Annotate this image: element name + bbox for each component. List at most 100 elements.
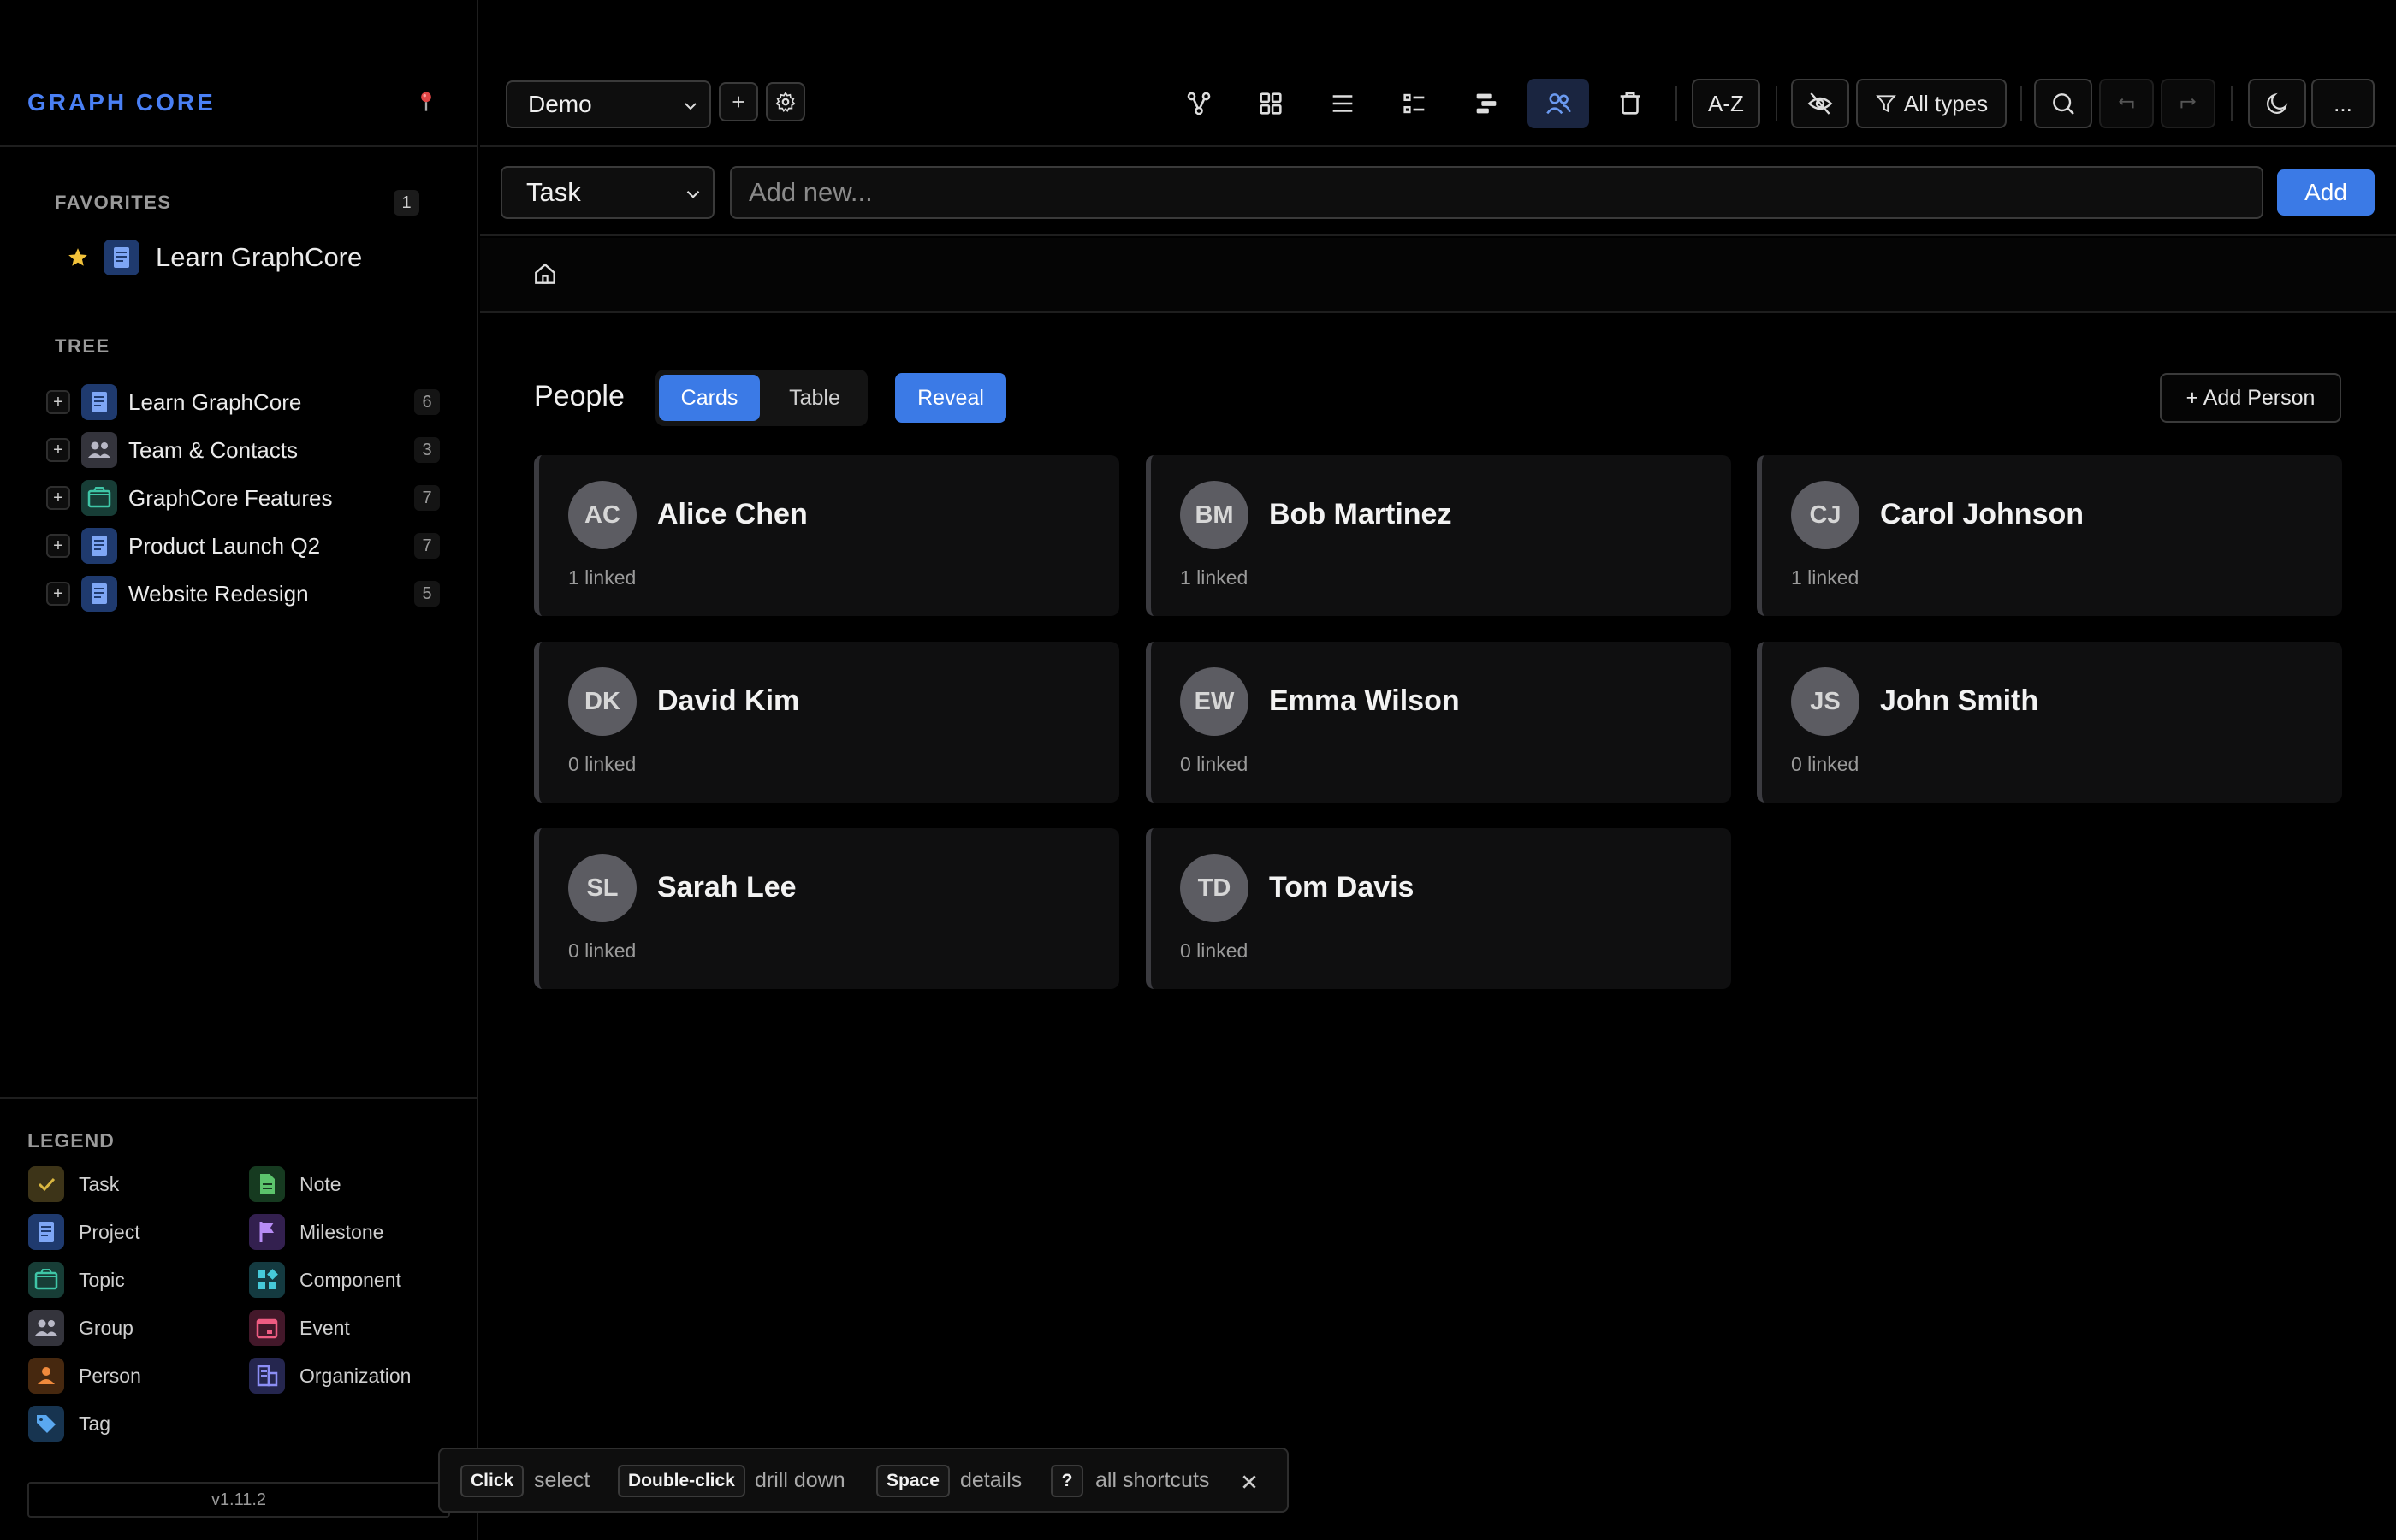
add-project-button[interactable]: [719, 82, 758, 121]
add-button[interactable]: Add: [2277, 169, 2375, 216]
person-card[interactable]: BM Bob Martinez 1 linked: [1146, 455, 1731, 616]
redo-button[interactable]: [2161, 79, 2215, 128]
reveal-button[interactable]: Reveal: [895, 373, 1006, 423]
person-card[interactable]: SL Sarah Lee 0 linked: [534, 828, 1119, 989]
calendar-icon: [248, 1309, 286, 1347]
person-card[interactable]: DK David Kim 0 linked: [534, 642, 1119, 803]
shortcut-desc: drill down: [755, 1468, 845, 1492]
type-filter-button[interactable]: All types: [1856, 79, 2007, 128]
graph-view-button[interactable]: [1168, 79, 1230, 128]
toolbar-separator: [2020, 86, 2022, 121]
undo-icon: [2115, 92, 2138, 115]
add-person-button[interactable]: + Add Person: [2160, 373, 2341, 423]
person-linked-count: 0 linked: [568, 939, 637, 962]
sort-button[interactable]: A-Z: [1692, 79, 1760, 128]
tree-item-website-redesign[interactable]: + Website Redesign 5: [46, 573, 440, 614]
hide-toggle-button[interactable]: [1791, 79, 1849, 128]
legend-item-tag: Tag: [27, 1405, 110, 1442]
person-icon: [27, 1357, 65, 1395]
person-linked-count: 1 linked: [1791, 566, 1859, 589]
trash-view-button[interactable]: [1599, 79, 1661, 128]
person-card[interactable]: TD Tom Davis 0 linked: [1146, 828, 1731, 989]
shortcut-desc: all shortcuts: [1095, 1468, 1210, 1492]
legend-item-person: Person: [27, 1357, 141, 1395]
undo-button[interactable]: [2099, 79, 2154, 128]
person-card[interactable]: CJ Carol Johnson 1 linked: [1757, 455, 2342, 616]
tree-item-count: 6: [414, 389, 440, 415]
tag-icon: [27, 1405, 65, 1442]
pin-icon[interactable]: [414, 89, 438, 113]
graph-icon: [1184, 89, 1213, 118]
legend-item-project: Project: [27, 1213, 140, 1251]
favorite-item-learn-graphcore[interactable]: Learn GraphCore: [67, 236, 443, 279]
page-title: People: [534, 380, 625, 412]
grid-view-icon: [1256, 89, 1285, 118]
group-icon: [27, 1309, 65, 1347]
project-icon: [103, 239, 140, 276]
timeline-view-button[interactable]: [1456, 79, 1517, 128]
expand-button[interactable]: +: [46, 390, 70, 414]
person-linked-count: 0 linked: [1180, 753, 1248, 775]
project-icon: [27, 1213, 65, 1251]
more-menu-button[interactable]: ...: [2311, 79, 2375, 128]
legend-label: Organization: [300, 1364, 412, 1387]
add-new-input[interactable]: [730, 166, 2263, 219]
legend-label: Topic: [79, 1268, 125, 1291]
expand-button[interactable]: +: [46, 582, 70, 606]
shortcut-desc: select: [534, 1468, 590, 1492]
avatar: TD: [1180, 854, 1248, 922]
project-select[interactable]: Demo: [506, 80, 711, 128]
tree-item-label: GraphCore Features: [128, 484, 333, 511]
legend-item-event: Event: [248, 1309, 350, 1347]
people-view-button[interactable]: [1527, 79, 1589, 128]
trash-icon: [1616, 89, 1645, 118]
tree-item-team-contacts[interactable]: + Team & Contacts 3: [46, 429, 440, 471]
favorites-title: FAVORITES: [55, 192, 172, 213]
grid-view-button[interactable]: [1240, 79, 1302, 128]
star-icon[interactable]: [67, 246, 89, 269]
legend-item-component: Component: [248, 1261, 401, 1299]
add-bar: Task Add: [480, 149, 2396, 236]
list-view-button[interactable]: [1312, 79, 1373, 128]
tab-cards[interactable]: Cards: [659, 375, 760, 421]
folder-icon: [27, 1261, 65, 1299]
expand-button[interactable]: +: [46, 438, 70, 462]
tab-table[interactable]: Table: [767, 375, 863, 421]
timeline-icon: [1472, 89, 1501, 118]
legend-label: Group: [79, 1316, 133, 1339]
project-icon: [80, 527, 118, 565]
theme-toggle-button[interactable]: [2248, 79, 2306, 128]
home-icon[interactable]: [531, 260, 559, 287]
avatar: EW: [1180, 667, 1248, 736]
shortcut-desc: details: [960, 1468, 1023, 1492]
tree-item-product-launch-q2[interactable]: + Product Launch Q2 7: [46, 525, 440, 566]
chevron-down-icon: [682, 183, 704, 205]
avatar: CJ: [1791, 481, 1859, 549]
avatar: BM: [1180, 481, 1248, 549]
person-card[interactable]: EW Emma Wilson 0 linked: [1146, 642, 1731, 803]
type-select-value: Task: [526, 177, 581, 207]
expand-button[interactable]: +: [46, 534, 70, 558]
tree-title: TREE: [55, 335, 110, 357]
person-linked-count: 1 linked: [568, 566, 637, 589]
grid-icon: [248, 1261, 286, 1299]
tree-item-count: 5: [414, 581, 440, 607]
legend-item-milestone: Milestone: [248, 1213, 383, 1251]
person-name: Alice Chen: [657, 498, 808, 530]
group-icon: [80, 431, 118, 469]
tree-item-count: 7: [414, 533, 440, 559]
tree-item-learn-graphcore[interactable]: + Learn GraphCore 6: [46, 382, 440, 423]
filter-icon: [1875, 92, 1897, 115]
project-settings-button[interactable]: [766, 82, 805, 121]
type-select[interactable]: Task: [501, 166, 715, 219]
legend-item-group: Group: [27, 1309, 133, 1347]
checklist-view-button[interactable]: [1384, 79, 1445, 128]
legend-item-note: Note: [248, 1165, 341, 1203]
expand-button[interactable]: +: [46, 486, 70, 510]
legend-title: LEGEND: [27, 1129, 115, 1152]
search-button[interactable]: [2034, 79, 2092, 128]
person-card[interactable]: AC Alice Chen 1 linked: [534, 455, 1119, 616]
tree-item-graphcore-features[interactable]: + GraphCore Features 7: [46, 477, 440, 518]
person-card[interactable]: JS John Smith 0 linked: [1757, 642, 2342, 803]
close-icon[interactable]: [1236, 1468, 1263, 1496]
